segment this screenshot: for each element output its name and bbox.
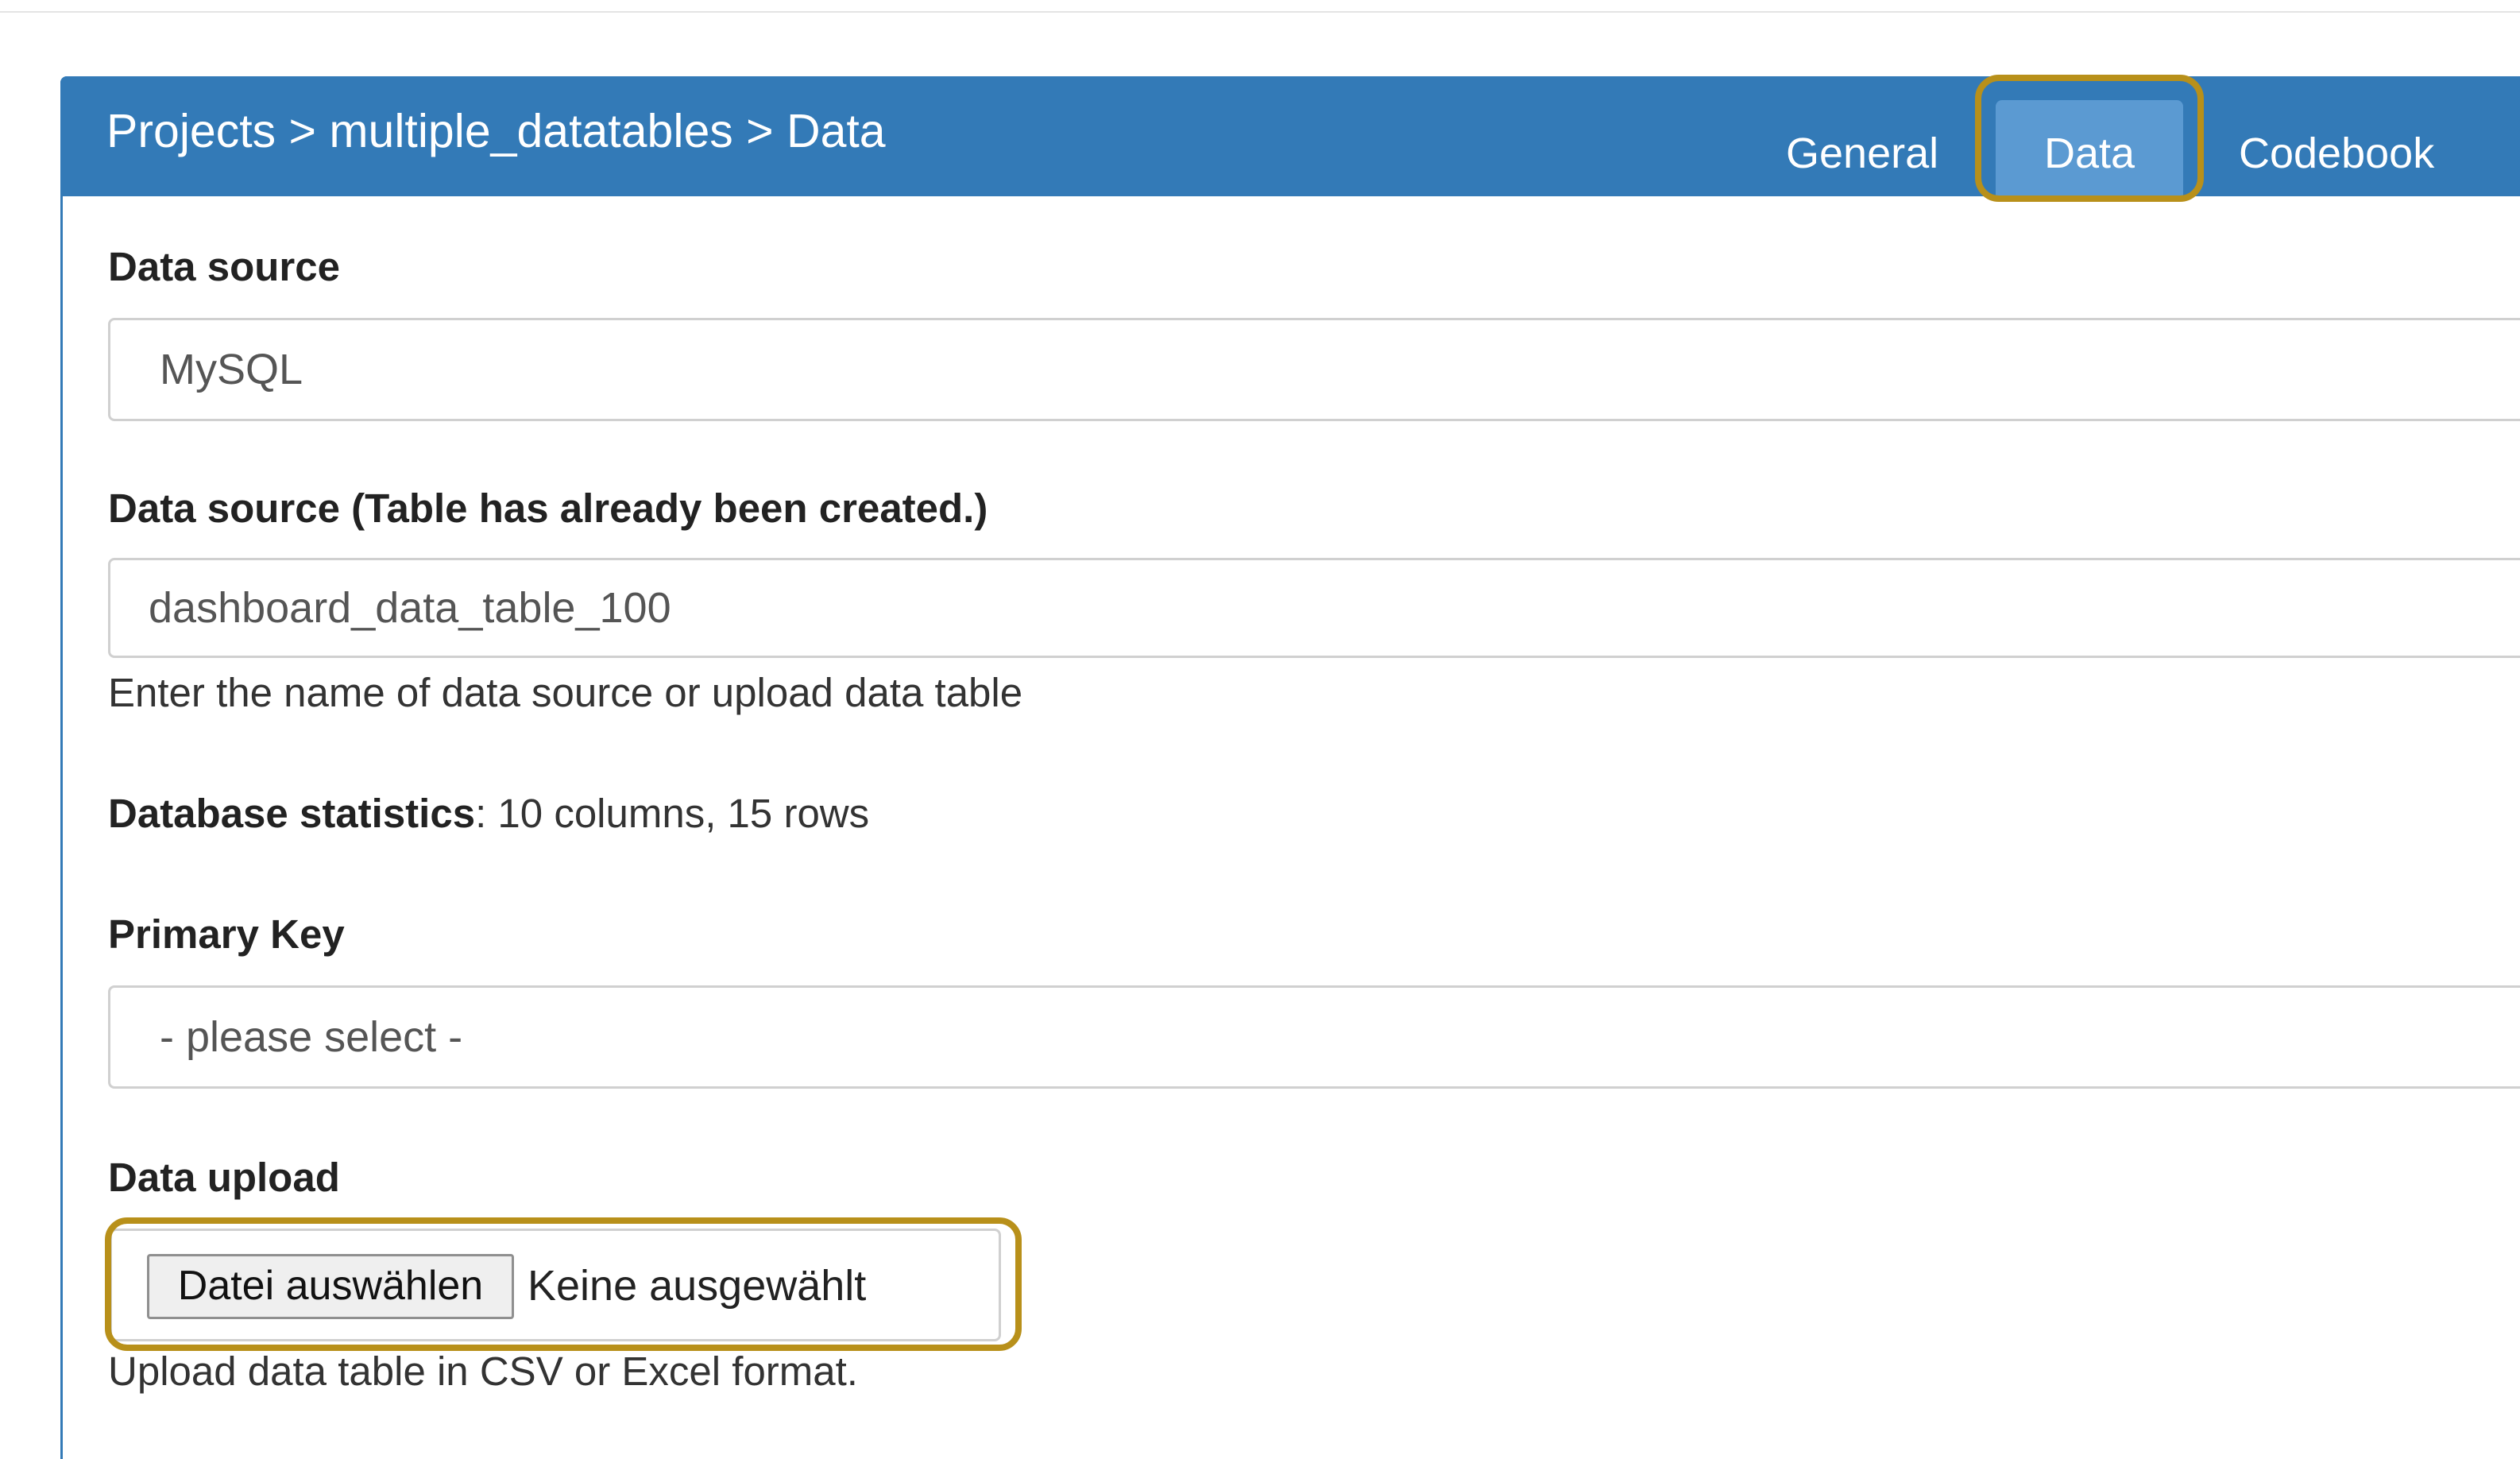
choose-file-button[interactable]: Datei auswählen — [147, 1254, 514, 1319]
data-upload-label: Data upload — [108, 1155, 340, 1200]
data-table-label: Data source (Table has already been crea… — [108, 486, 988, 531]
database-statistics-label: Database statistics — [108, 791, 476, 836]
data-table-help: Enter the name of data source or upload … — [108, 670, 1023, 715]
data-source-field[interactable]: MySQL — [108, 318, 2520, 421]
file-status: Keine ausgewählt — [528, 1262, 867, 1310]
database-statistics-value: : 10 columns, 15 rows — [475, 791, 870, 836]
primary-key-label: Primary Key — [108, 911, 345, 957]
tab-general[interactable]: General — [1786, 127, 1938, 180]
database-statistics: Database statistics: 10 columns, 15 rows — [108, 790, 869, 837]
data-table-input[interactable]: dashboard_data_table_100 — [108, 558, 2520, 658]
top-divider — [0, 11, 2520, 13]
data-source-label: Data source — [108, 244, 340, 289]
tab-data[interactable]: Data — [1996, 100, 2183, 195]
primary-key-select[interactable]: - please select - — [108, 985, 2520, 1089]
tab-codebook[interactable]: Codebook — [2239, 127, 2434, 180]
breadcrumb: Projects > multiple_datatables > Data — [106, 105, 886, 157]
data-upload-help: Upload data table in CSV or Excel format… — [108, 1349, 858, 1394]
